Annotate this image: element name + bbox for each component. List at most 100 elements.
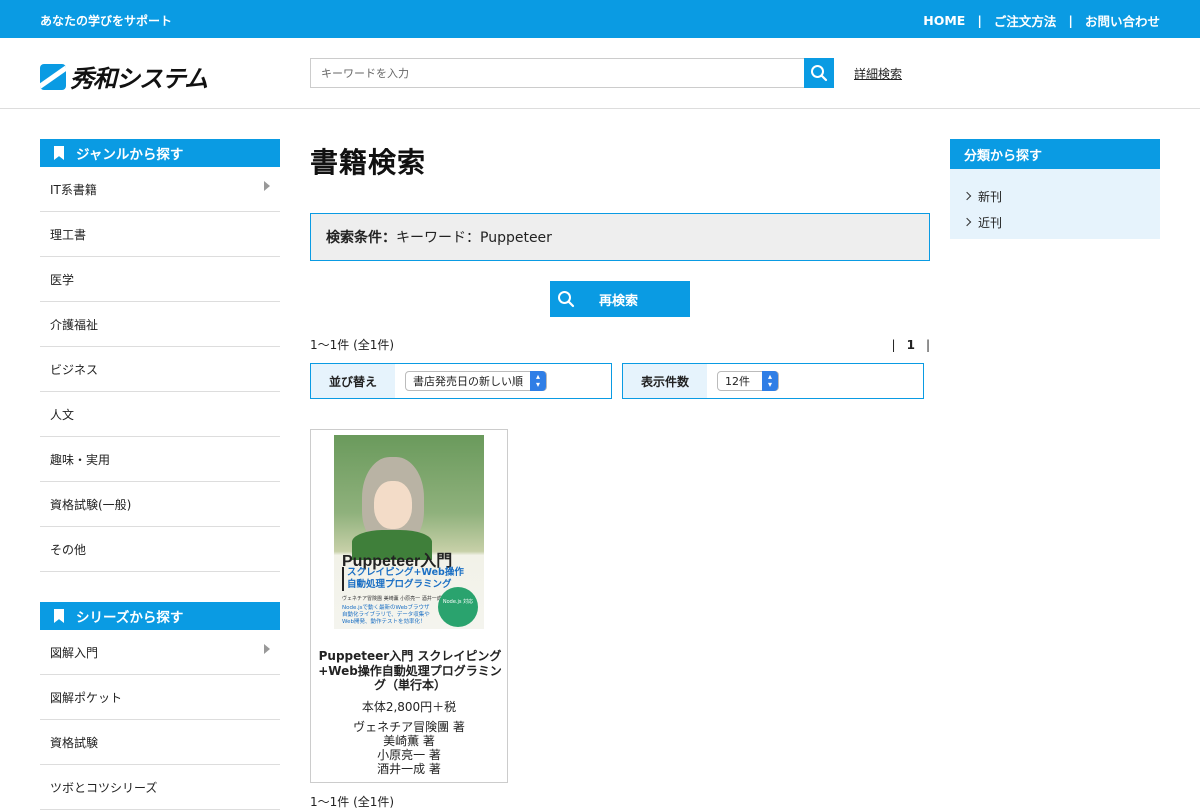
- category-list: 新刊 近刊: [950, 169, 1160, 239]
- pager: | 1 |: [881, 338, 930, 352]
- bookmark-icon: [54, 609, 64, 623]
- site-header: 秀和システム 詳細検索: [0, 38, 1200, 109]
- condition-value: キーワード：Puppeteer: [396, 230, 552, 246]
- select-arrows-icon: ▴ ▾: [762, 371, 778, 391]
- search-input[interactable]: [310, 58, 804, 88]
- cover-badge: Node.js 対応: [438, 587, 478, 627]
- sort-order-box: 並び替え 書店発売日の新しい順 ▴ ▾: [310, 363, 612, 399]
- sidebar-item-business[interactable]: ビジネス: [40, 347, 280, 392]
- product-card[interactable]: Puppeteer入門 スクレイピング+Web操作 自動処理プログラミング ヴェ…: [310, 429, 508, 783]
- logo-icon: [40, 63, 66, 90]
- sort-order-value: 書店発売日の新しい順: [413, 375, 523, 388]
- per-page-select[interactable]: 12件 ▴ ▾: [717, 371, 779, 391]
- cover-subtitle: スクレイピング+Web操作 自動処理プログラミング: [342, 567, 464, 591]
- sidebar-item-label: 人文: [50, 407, 75, 422]
- page-title: 書籍検索: [310, 146, 427, 179]
- sidebar-item-it[interactable]: IT系書籍: [40, 167, 280, 212]
- bookmark-icon: [54, 146, 64, 160]
- tagline: あなたの学びをサポート: [40, 14, 173, 28]
- pager-separator: |: [891, 338, 896, 352]
- condition-label: 検索条件：: [326, 230, 396, 246]
- site-logo[interactable]: 秀和システム: [40, 59, 208, 94]
- book-cover-image[interactable]: Puppeteer入門 スクレイピング+Web操作 自動処理プログラミング ヴェ…: [334, 435, 484, 629]
- caret-right-icon: [264, 644, 270, 654]
- genre-heading-label: ジャンルから探す: [76, 147, 184, 163]
- series-heading: シリーズから探す: [40, 602, 280, 630]
- right-sidebar: 分類から探す 新刊 近刊: [950, 139, 1160, 239]
- sort-order-select[interactable]: 書店発売日の新しい順 ▴ ▾: [405, 371, 547, 391]
- cover-authors: ヴェネチア冒険團 美崎薫 小原亮一 酒井一成 著: [342, 596, 449, 602]
- sidebar-item-other[interactable]: その他: [40, 527, 280, 572]
- sidebar-item-zukai[interactable]: 図解入門: [40, 630, 280, 675]
- category-heading: 分類から探す: [950, 139, 1160, 169]
- nav-separator: |: [977, 13, 982, 28]
- contact-link[interactable]: お問い合わせ: [1085, 11, 1160, 30]
- search-bar: 詳細検索: [310, 58, 902, 88]
- sidebar-item-label: 医学: [50, 272, 75, 287]
- main-content: 書籍検索 検索条件： キーワード：Puppeteer 再検索 1〜1件 (全1件…: [310, 139, 930, 783]
- sidebar-item-label: 図解入門: [50, 645, 99, 660]
- sidebar-item-humanities[interactable]: 人文: [40, 392, 280, 437]
- author: 美崎薫 著: [383, 734, 435, 748]
- category-item-label: 近刊: [978, 215, 1003, 230]
- sidebar-item-label: IT系書籍: [50, 182, 97, 197]
- top-nav: HOME | ご注文方法 | お問い合わせ: [923, 11, 1160, 30]
- sidebar-item-label: 介護福祉: [50, 317, 99, 332]
- search-condition: 検索条件： キーワード：Puppeteer: [310, 213, 930, 261]
- sidebar-item-label: 資格試験(一般): [50, 497, 132, 512]
- sidebar-item-pocket[interactable]: 図解ポケット: [40, 675, 280, 720]
- product-title[interactable]: Puppeteer入門 スクレイピング+Web操作自動処理プログラミング（単行本…: [317, 649, 503, 693]
- sidebar-item-care[interactable]: 介護福祉: [40, 302, 280, 347]
- caret-right-icon: [264, 181, 270, 191]
- author: ヴェネチア冒険團 著: [353, 720, 465, 734]
- category-item-upcoming[interactable]: 近刊: [962, 209, 1160, 235]
- sidebar-item-shikaku[interactable]: 資格試験: [40, 720, 280, 765]
- sidebar-item-exam[interactable]: 資格試験(一般): [40, 482, 280, 527]
- genre-heading: ジャンルから探す: [40, 139, 280, 167]
- per-page-label: 表示件数: [623, 364, 707, 398]
- top-bar: あなたの学びをサポート HOME | ご注文方法 | お問い合わせ: [0, 0, 1200, 38]
- result-count-row: 1〜1件 (全1件) | 1 |: [310, 336, 930, 354]
- advanced-search-link[interactable]: 詳細検索: [854, 65, 902, 82]
- search-icon: [558, 291, 575, 308]
- sidebar-item-label: ビジネス: [50, 362, 99, 377]
- nav-separator: |: [1068, 13, 1073, 28]
- research-button[interactable]: 再検索: [550, 281, 690, 317]
- category-item-new[interactable]: 新刊: [962, 183, 1160, 209]
- sidebar-item-label: 理工書: [50, 227, 87, 242]
- sidebar-item-label: 資格試験: [50, 735, 99, 750]
- search-button[interactable]: [804, 58, 834, 88]
- select-arrows-icon: ▴ ▾: [530, 371, 546, 391]
- sort-row: 並び替え 書店発売日の新しい順 ▴ ▾ 表示件数 12件 ▴ ▾: [310, 363, 930, 399]
- per-page-value: 12件: [725, 375, 750, 388]
- product-authors: ヴェネチア冒険團 著 美崎薫 著 小原亮一 著 酒井一成 著: [311, 720, 507, 776]
- author: 小原亮一 著: [377, 748, 441, 762]
- sidebar-item-tsubo[interactable]: ツボとコツシリーズ: [40, 765, 280, 810]
- category-item-label: 新刊: [978, 189, 1003, 204]
- sidebar-item-science[interactable]: 理工書: [40, 212, 280, 257]
- sidebar-item-label: その他: [50, 542, 87, 557]
- order-method-link[interactable]: ご注文方法: [994, 11, 1057, 30]
- series-heading-label: シリーズから探す: [76, 610, 184, 626]
- logo-text: 秀和システム: [70, 65, 208, 93]
- home-link[interactable]: HOME: [923, 13, 965, 28]
- sidebar-item-label: 図解ポケット: [50, 690, 123, 705]
- left-sidebar: ジャンルから探す IT系書籍 理工書 医学 介護福祉 ビジネス 人文 趣味・実用…: [40, 139, 280, 810]
- chevron-right-icon: [962, 191, 972, 201]
- sidebar-item-label: ツボとコツシリーズ: [50, 780, 158, 795]
- sidebar-item-medical[interactable]: 医学: [40, 257, 280, 302]
- product-price: 本体2,800円＋税: [361, 700, 457, 714]
- pager-page-1[interactable]: 1: [907, 338, 915, 352]
- pager-separator: |: [925, 338, 930, 352]
- sidebar-item-hobby[interactable]: 趣味・実用: [40, 437, 280, 482]
- bottom-result-count: 1〜1件 (全1件): [310, 795, 395, 809]
- research-button-label: 再検索: [599, 293, 639, 309]
- per-page-box: 表示件数 12件 ▴ ▾: [622, 363, 924, 399]
- sidebar-item-label: 趣味・実用: [50, 452, 111, 467]
- sort-order-label: 並び替え: [311, 364, 395, 398]
- result-count: 1〜1件 (全1件): [310, 338, 395, 352]
- search-icon: [811, 65, 828, 82]
- cover-blurb: Node.jsで動く最新のWebブラウザ自動化ライブラリで、データ収集やWeb開…: [342, 605, 430, 625]
- chevron-right-icon: [962, 217, 972, 227]
- author: 酒井一成 著: [377, 762, 441, 776]
